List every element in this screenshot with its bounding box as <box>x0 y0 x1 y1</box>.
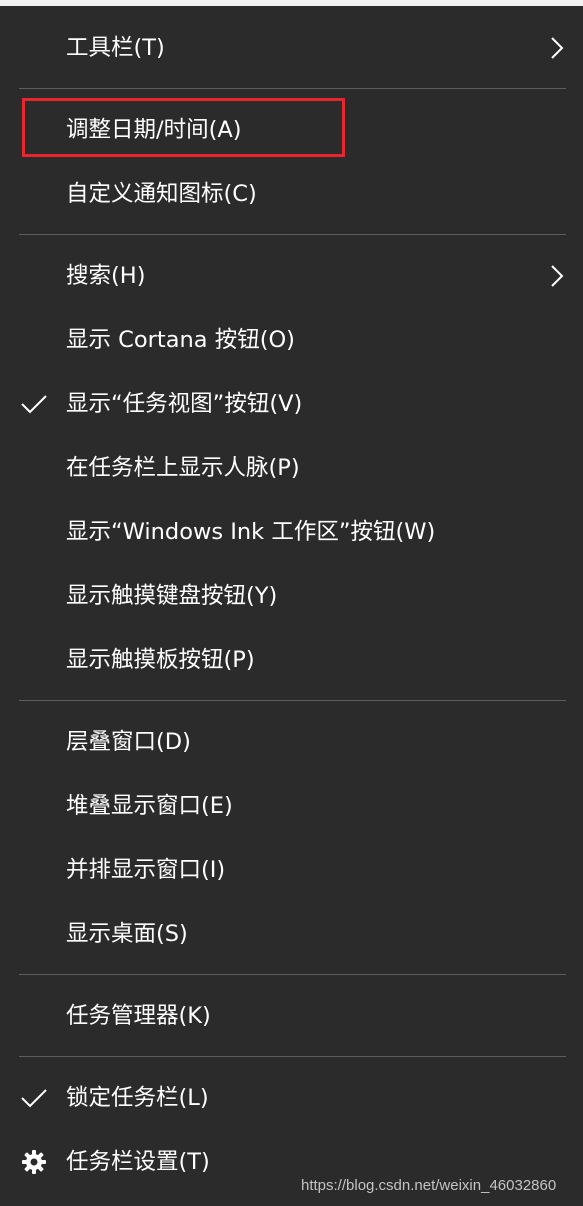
watermark-text: https://blog.csdn.net/weixin_46032860 <box>301 1177 557 1194</box>
menu-item-customize-notification-icons[interactable]: 自定义通知图标(C) <box>0 164 583 224</box>
menu-item-label: 自定义通知图标(C) <box>66 181 257 207</box>
checkmark-icon <box>21 1089 47 1108</box>
menu-item-cascade-windows[interactable]: 层叠窗口(D) <box>0 712 583 772</box>
menu-item-label: 并排显示窗口(I) <box>66 857 226 883</box>
menu-separator <box>19 234 566 235</box>
menu-item-show-desktop[interactable]: 显示桌面(S) <box>0 904 583 964</box>
menu-item-show-windows-stacked[interactable]: 堆叠显示窗口(E) <box>0 776 583 836</box>
menu-item-show-windows-ink-button[interactable]: 显示“Windows Ink 工作区”按钮(W) <box>0 502 583 562</box>
menu-item-search[interactable]: 搜索(H) <box>0 246 583 306</box>
menu-item-show-cortana-button[interactable]: 显示 Cortana 按钮(O) <box>0 310 583 370</box>
menu-item-label: 显示 Cortana 按钮(O) <box>66 327 295 353</box>
menu-item-show-task-view-button[interactable]: 显示“任务视图”按钮(V) <box>0 374 583 434</box>
menu-separator <box>19 700 566 701</box>
menu-item-show-windows-side-by-side[interactable]: 并排显示窗口(I) <box>0 840 583 900</box>
menu-item-show-touchpad-button[interactable]: 显示触摸板按钮(P) <box>0 630 583 690</box>
menu-item-label: 显示“任务视图”按钮(V) <box>66 391 303 417</box>
menu-item-label: 任务栏设置(T) <box>66 1149 210 1175</box>
menu-item-label: 在任务栏上显示人脉(P) <box>66 455 300 481</box>
menu-item-show-people[interactable]: 在任务栏上显示人脉(P) <box>0 438 583 498</box>
chevron-right-icon <box>551 265 564 287</box>
annotation-highlight-box <box>22 98 345 157</box>
menu-item-label: 锁定任务栏(L) <box>66 1085 209 1111</box>
menu-item-toolbars[interactable]: 工具栏(T) <box>0 18 583 78</box>
menu-separator <box>19 974 566 975</box>
menu-item-label: 层叠窗口(D) <box>66 729 191 755</box>
menu-item-show-touch-keyboard-button[interactable]: 显示触摸键盘按钮(Y) <box>0 566 583 626</box>
menu-separator <box>19 88 566 89</box>
checkmark-icon <box>21 395 47 414</box>
menu-item-label: 任务管理器(K) <box>66 1003 211 1029</box>
menu-separator <box>19 1056 566 1057</box>
menu-item-lock-taskbar[interactable]: 锁定任务栏(L) <box>0 1068 583 1128</box>
menu-item-label: 显示桌面(S) <box>66 921 188 947</box>
menu-item-label: 显示触摸键盘按钮(Y) <box>66 583 278 609</box>
menu-item-task-manager[interactable]: 任务管理器(K) <box>0 986 583 1046</box>
chevron-right-icon <box>551 37 564 59</box>
taskbar-context-menu: 工具栏(T) 调整日期/时间(A) 自定义通知图标(C) 搜索(H) 显示 Co… <box>0 6 583 1206</box>
menu-item-label: 显示触摸板按钮(P) <box>66 647 255 673</box>
menu-item-label: 堆叠显示窗口(E) <box>66 793 233 819</box>
menu-item-label: 工具栏(T) <box>66 35 165 61</box>
gear-icon <box>22 1150 46 1174</box>
menu-item-label: 显示“Windows Ink 工作区”按钮(W) <box>66 519 436 545</box>
menu-item-label: 搜索(H) <box>66 263 146 289</box>
